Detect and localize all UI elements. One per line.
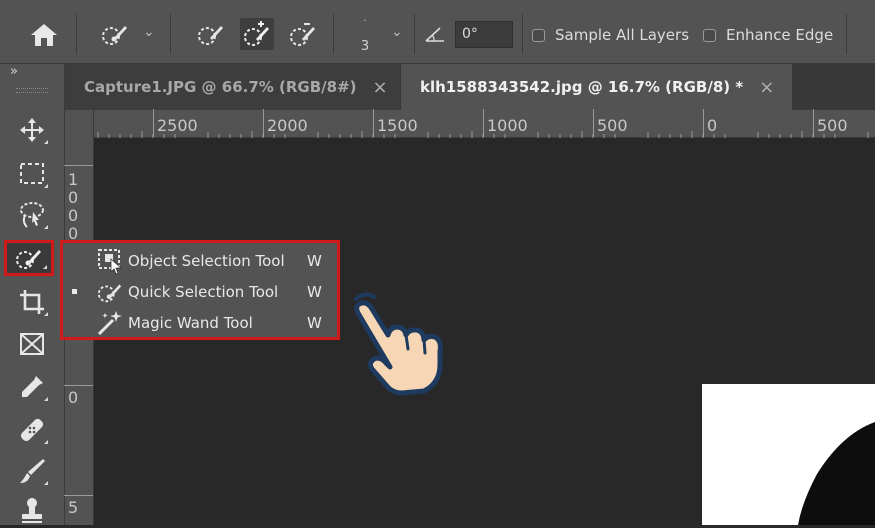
angle-icon xyxy=(425,27,444,42)
crop-icon xyxy=(20,290,44,314)
shortcut-key: W xyxy=(307,282,322,301)
subtract-selection-button[interactable] xyxy=(286,18,320,50)
lasso-tool[interactable] xyxy=(12,197,52,233)
ruler-label: 0 xyxy=(68,188,79,207)
selection-tools-flyout: Object Selection Tool W Quick Selection … xyxy=(60,240,340,340)
menu-item-magic-wand[interactable]: Magic Wand Tool W xyxy=(63,307,337,338)
stamp-icon xyxy=(22,498,42,523)
ruler-label: 0 xyxy=(68,206,79,225)
eyedropper-icon xyxy=(22,376,43,397)
healing-brush-icon xyxy=(20,418,44,442)
menu-item-object-selection[interactable]: Object Selection Tool W xyxy=(63,245,337,276)
tab-capture1[interactable]: Capture1.JPG @ 66.7% (RGB/8#) × xyxy=(65,64,400,110)
frame-tool[interactable] xyxy=(12,326,52,362)
marquee-tool[interactable] xyxy=(12,156,52,192)
shortcut-key: W xyxy=(307,313,322,332)
add-to-selection-button[interactable] xyxy=(240,18,274,50)
document-tab-bar: Capture1.JPG @ 66.7% (RGB/8#) × klh15883… xyxy=(65,64,875,110)
menu-item-label: Magic Wand Tool xyxy=(128,313,253,332)
ruler-label: 1 xyxy=(68,170,79,189)
close-icon[interactable]: × xyxy=(759,77,774,98)
toolbox-grip[interactable] xyxy=(16,88,48,93)
document-image[interactable] xyxy=(702,384,875,525)
quick-selection-icon xyxy=(102,26,127,45)
add-selection-icon xyxy=(244,21,269,46)
subtract-selection-icon xyxy=(290,23,315,46)
sample-all-layers-checkbox[interactable] xyxy=(532,29,545,42)
options-bar: ⌄ · 3 ⌄ 0° Sample All Layers Enhance Edg… xyxy=(0,0,875,64)
ruler-label: 0 xyxy=(68,388,79,407)
clone-stamp-tool[interactable] xyxy=(12,492,52,528)
brush-icon xyxy=(20,459,45,483)
tool-preset-picker[interactable] xyxy=(98,18,132,50)
tool-preset-caret[interactable]: ⌄ xyxy=(143,24,155,40)
new-selection-icon xyxy=(198,26,223,45)
ruler-label: 5 xyxy=(68,498,79,517)
crop-tool[interactable] xyxy=(12,284,52,320)
close-icon[interactable]: × xyxy=(373,77,388,98)
frame-icon xyxy=(20,333,44,355)
quick-selection-icon xyxy=(16,250,41,269)
eyedropper-tool[interactable] xyxy=(12,369,52,405)
brush-size-caret[interactable]: ⌄ xyxy=(391,24,403,40)
toolbox: » xyxy=(0,64,65,525)
quick-selection-icon xyxy=(96,278,124,306)
marquee-icon xyxy=(20,163,44,184)
menu-item-label: Object Selection Tool xyxy=(128,251,285,270)
home-icon xyxy=(31,24,57,46)
brush-size-picker[interactable]: · 3 xyxy=(353,16,377,54)
quick-selection-tool[interactable] xyxy=(4,240,54,276)
image-content xyxy=(798,422,875,525)
move-tool[interactable] xyxy=(12,112,52,148)
menu-item-quick-selection[interactable]: Quick Selection Tool W xyxy=(63,276,337,307)
object-selection-icon xyxy=(96,247,124,275)
enhance-edge-checkbox[interactable] xyxy=(703,29,716,42)
brush-tool[interactable] xyxy=(12,453,52,489)
shortcut-key: W xyxy=(307,251,322,270)
sample-all-layers-label: Sample All Layers xyxy=(555,26,690,44)
current-tool-indicator xyxy=(72,289,77,294)
home-button[interactable] xyxy=(22,16,66,54)
lasso-icon xyxy=(20,202,44,228)
enhance-edge-label: Enhance Edge xyxy=(726,26,834,44)
tab-label: Capture1.JPG @ 66.7% (RGB/8#) xyxy=(84,78,357,96)
angle-input[interactable]: 0° xyxy=(455,21,513,48)
healing-brush-tool[interactable] xyxy=(12,412,52,448)
tab-klh1588343542[interactable]: klh1588343542.jpg @ 16.7% (RGB/8) * × xyxy=(401,64,792,110)
toolbox-expand-toggle[interactable]: » xyxy=(10,64,18,79)
move-icon xyxy=(20,118,44,142)
pointing-hand-icon xyxy=(354,292,443,396)
new-selection-button[interactable] xyxy=(194,18,228,50)
tab-label: klh1588343542.jpg @ 16.7% (RGB/8) * xyxy=(420,78,744,96)
menu-item-label: Quick Selection Tool xyxy=(128,282,279,301)
magic-wand-icon xyxy=(96,309,124,337)
ruler-minor-ticks xyxy=(97,131,869,138)
